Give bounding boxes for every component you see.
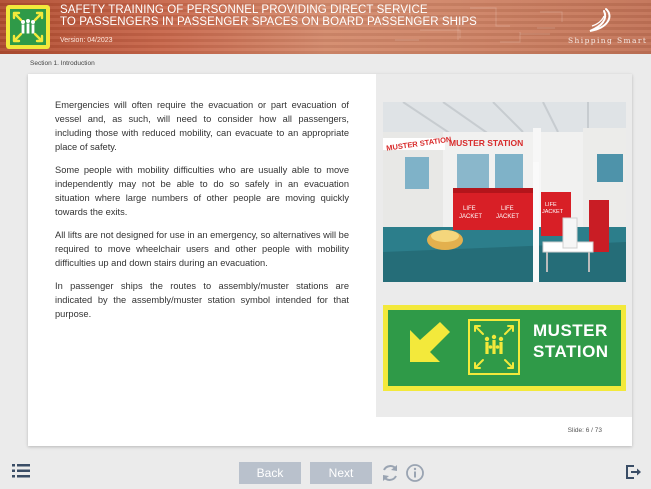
replay-button[interactable] bbox=[380, 463, 400, 488]
muster-station-icon bbox=[10, 9, 46, 45]
paragraph: Some people with mobility difficulties w… bbox=[55, 165, 349, 217]
course-title: SAFETY TRAINING OF PERSONNEL PROVIDING D… bbox=[60, 4, 477, 28]
box-label-2a: LIFE bbox=[501, 206, 514, 212]
sign-text-line-1: MUSTER bbox=[533, 321, 608, 340]
box-label-1b: JACKET bbox=[459, 214, 482, 220]
muster-station-photo-graphic: MUSTER STATION MUSTER STATION LIFE JACKE… bbox=[383, 102, 626, 282]
info-icon bbox=[406, 464, 424, 482]
next-button[interactable]: Next bbox=[310, 462, 372, 484]
muster-station-sign-text: MUSTER STATION bbox=[533, 320, 609, 362]
menu-button[interactable] bbox=[12, 464, 30, 483]
slide-card: Emergencies will often require the evacu… bbox=[28, 74, 632, 446]
slide-counter: Slide: 6 / 73 bbox=[567, 427, 602, 434]
breadcrumb: Section 1. Introduction bbox=[30, 60, 95, 67]
paragraph: In passenger ships the routes to assembl… bbox=[55, 281, 349, 319]
course-logo bbox=[6, 5, 50, 49]
info-button[interactable] bbox=[405, 463, 425, 488]
slide-text: Emergencies will often require the evacu… bbox=[55, 98, 349, 330]
paragraph: Emergencies will often require the evacu… bbox=[55, 100, 349, 152]
exit-button[interactable] bbox=[625, 464, 641, 485]
course-title-line-1: SAFETY TRAINING OF PERSONNEL PROVIDING D… bbox=[60, 4, 428, 16]
back-button[interactable]: Back bbox=[239, 462, 301, 484]
paragraph: All lifts are not designed for use in an… bbox=[55, 230, 349, 268]
wall-sign-right: MUSTER STATION bbox=[449, 138, 523, 148]
muster-station-sign-panel: MUSTER STATION bbox=[388, 310, 621, 386]
arrow-down-left-icon bbox=[410, 322, 450, 362]
brand-swoosh-icon bbox=[589, 8, 611, 32]
menu-list-icon bbox=[12, 464, 30, 478]
app-header: SAFETY TRAINING OF PERSONNEL PROVIDING D… bbox=[0, 0, 651, 54]
replay-icon bbox=[383, 465, 397, 481]
course-version: Version: 04/2023 bbox=[60, 37, 113, 44]
muster-station-icon bbox=[474, 325, 514, 369]
course-title-line-2: TO PASSENGERS IN PASSENGER SPACES ON BOA… bbox=[60, 16, 477, 28]
muster-station-sign: MUSTER STATION bbox=[383, 305, 626, 391]
box-label-2b: JACKET bbox=[496, 214, 519, 220]
sign-text-line-2: STATION bbox=[533, 342, 609, 361]
box-label-1a: LIFE bbox=[463, 206, 476, 212]
box-label-3a: LIFE bbox=[545, 202, 557, 208]
muster-station-symbol bbox=[468, 319, 520, 375]
brand-name: Shipping Smart bbox=[568, 36, 648, 45]
exit-icon bbox=[626, 465, 641, 479]
muster-station-photo: MUSTER STATION MUSTER STATION LIFE JACKE… bbox=[383, 102, 626, 282]
box-label-3b: JACKET bbox=[542, 209, 564, 215]
